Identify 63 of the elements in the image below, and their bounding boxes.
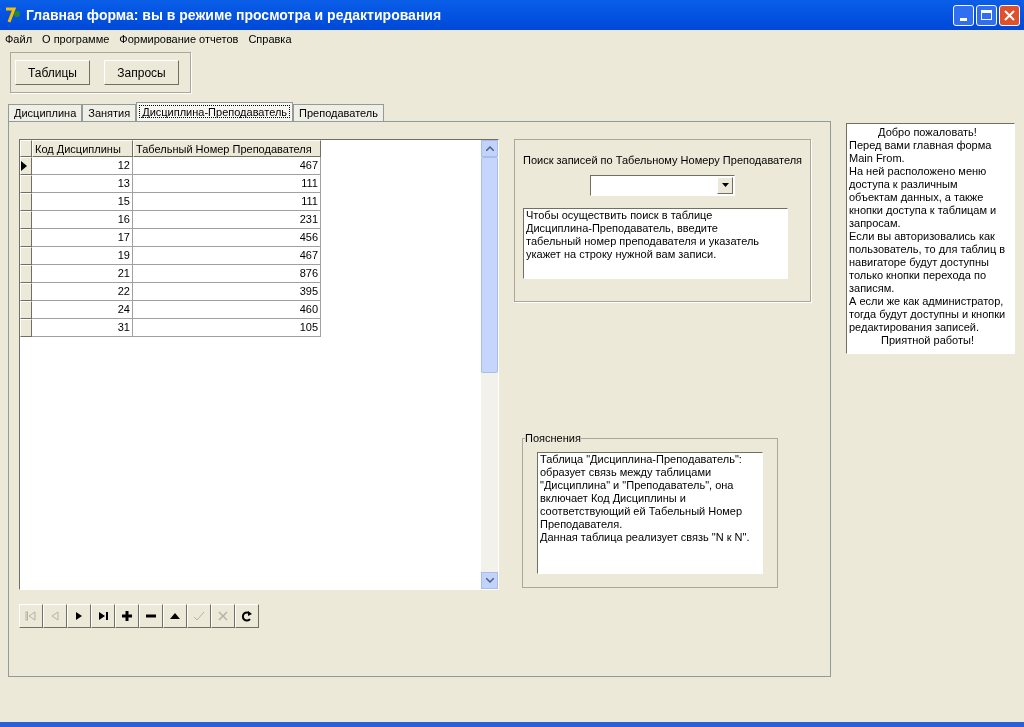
explanation-text: Таблица "Дисциплина-Преподаватель": образует связь между таблицами "Дисциплина" и "Преподаватель", она включает Код Дисциплины и соответствующий ей Табельный Номер Преподавателя. Данная таблица реализует связь "N к N". — [537, 451, 763, 574]
table-cell: 24 — [32, 301, 133, 319]
column-header[interactable]: Код Дисциплины — [32, 140, 133, 157]
vertical-scrollbar[interactable] — [481, 140, 498, 589]
table-cell: 31 — [32, 319, 133, 337]
welcome-memo: Добро пожаловать! Перед вами главная форма Main From. На ней расположено меню доступа к различным объектам данных, а также кнопки доступа к таблицам и запросам. Если вы авторизовались как пользователь, то для таблиц в навигаторе будут доступны только кнопки перехода по записям. А если же как администратор, тогда будут доступны и кнопки редактирования записей. Приятной работы! — [846, 123, 1015, 354]
table-cell: 456 — [133, 229, 321, 247]
navigator-button[interactable] — [115, 604, 139, 628]
close-button[interactable] — [999, 4, 1020, 26]
plus-icon — [121, 610, 133, 622]
maximize-button[interactable] — [976, 4, 997, 26]
chevron-down-icon — [485, 578, 494, 583]
table-cell: 105 — [133, 319, 321, 337]
table-cell: 111 — [133, 193, 321, 211]
menu-item[interactable]: Справка — [243, 31, 297, 48]
triangle-left-icon — [49, 610, 61, 622]
table-cell: 460 — [133, 301, 321, 319]
navigator-button[interactable] — [139, 604, 163, 628]
row-pointer-icon — [21, 161, 27, 171]
table-cell: 21 — [32, 265, 133, 283]
navigator-button[interactable] — [67, 604, 91, 628]
search-label: Поиск записей по Табельному Номеру Преподавателя — [522, 153, 802, 168]
minimize-button[interactable] — [953, 4, 974, 26]
chevron-up-icon — [485, 146, 494, 151]
toolbar-button[interactable]: Запросы — [104, 60, 179, 85]
cross-icon — [217, 610, 229, 622]
group-title: Пояснения — [525, 431, 581, 446]
app-logo-icon — [4, 6, 22, 24]
table-cell: 17 — [32, 229, 133, 247]
tab[interactable]: Дисциплина — [8, 104, 83, 121]
skip-first-icon — [25, 610, 37, 622]
check-icon — [193, 610, 205, 622]
table-cell: 22 — [32, 283, 133, 301]
tab[interactable]: Дисциплина-Преподаватель — [136, 102, 294, 121]
table-cell: 12 — [32, 157, 133, 175]
menu-item[interactable]: Файл — [0, 31, 38, 48]
row-indicator[interactable] — [20, 157, 32, 175]
refresh-icon — [241, 610, 253, 622]
tab[interactable]: Занятия — [82, 104, 137, 121]
search-hint-text: Чтобы осуществить поиск в таблице Дисциплина-Преподаватель, введите табельный номер преподавателя и указатель укажет на строку нужной вам записи. — [523, 207, 788, 279]
table-cell: 19 — [32, 247, 133, 265]
table-cell: 15 — [32, 193, 133, 211]
table-cell: 111 — [133, 175, 321, 193]
column-header[interactable]: Табельный Номер Преподавателя — [133, 140, 321, 157]
navigator-button[interactable] — [163, 604, 187, 628]
window-title: Главная форма: вы в режиме просмотра и редактирования — [26, 5, 442, 25]
navigator-button[interactable] — [235, 604, 259, 628]
table-cell: 16 — [32, 211, 133, 229]
menu-item[interactable]: О программе — [37, 31, 115, 48]
table-cell: 231 — [133, 211, 321, 229]
search-dropdown[interactable] — [590, 174, 735, 196]
table-cell: 13 — [32, 175, 133, 193]
table-cell: 467 — [133, 247, 321, 265]
table-cell: 876 — [133, 265, 321, 283]
dropdown-arrow-icon — [721, 183, 729, 187]
navigator-button[interactable] — [91, 604, 115, 628]
toolbar-button[interactable]: Таблицы — [15, 60, 90, 85]
table-cell: 467 — [133, 157, 321, 175]
tab[interactable]: Преподаватель — [293, 104, 384, 121]
skip-last-icon — [97, 610, 109, 622]
close-icon — [1004, 9, 1015, 21]
table-cell: 395 — [133, 283, 321, 301]
menu-item[interactable]: Формирование отчетов — [114, 31, 244, 48]
